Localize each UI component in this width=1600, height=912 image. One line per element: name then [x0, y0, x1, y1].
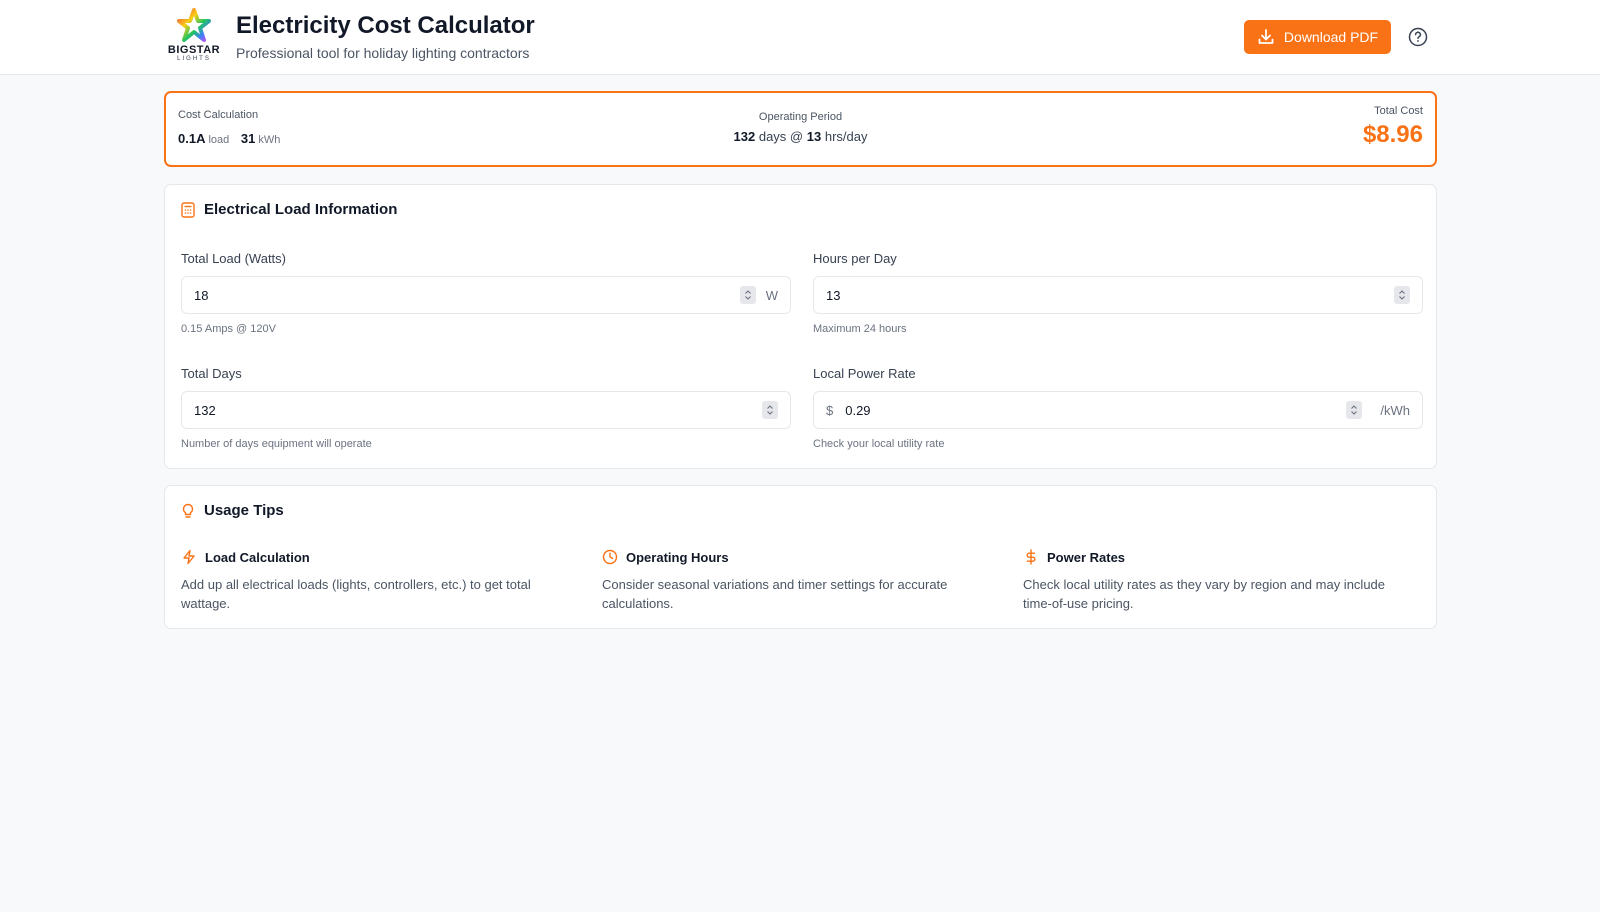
- power-rate-label: Local Power Rate: [813, 366, 916, 381]
- lightning-icon: [183, 549, 195, 565]
- total-load-stepper[interactable]: [739, 286, 756, 304]
- power-rate-suffix: /kWh: [1380, 402, 1410, 418]
- app-header: BIGSTAR LIGHTS Electricity Cost Calculat…: [0, 0, 1600, 75]
- stepper-arrows-icon: [1351, 405, 1358, 415]
- tip-load-calculation: Load Calculation Add up all electrical l…: [181, 549, 571, 613]
- hours-per-day-value[interactable]: 13: [826, 288, 1394, 303]
- total-cost-summary: Total Cost $8.96: [1363, 105, 1423, 149]
- calculator-icon: [181, 201, 195, 218]
- usage-tips-title: Usage Tips: [204, 502, 284, 519]
- logo-text: BIGSTAR: [167, 44, 221, 56]
- tip-title: Power Rates: [1047, 549, 1126, 565]
- total-days-field: Total Days 132 Number of days equipment …: [181, 366, 791, 450]
- brand-logo[interactable]: BIGSTAR LIGHTS: [166, 8, 222, 68]
- lightbulb-icon: [182, 503, 194, 518]
- total-load-value[interactable]: 18: [194, 288, 740, 303]
- hours-per-day-hint: Maximum 24 hours: [813, 323, 907, 335]
- operating-period-label: Operating Period: [758, 111, 843, 123]
- tip-body: Check local utility rates as they vary b…: [1023, 577, 1386, 611]
- power-rate-field: Local Power Rate $ 0.29 /kWh Check your …: [813, 366, 1423, 450]
- tip-title: Load Calculation: [205, 549, 310, 565]
- electrical-load-heading: Electrical Load Information: [181, 201, 397, 218]
- total-cost-label: Total Cost: [1374, 105, 1423, 117]
- usage-tips-card: Usage Tips Load Calculation Add up all e…: [164, 485, 1437, 629]
- hours-per-day-field: Hours per Day 13 Maximum 24 hours: [813, 251, 1423, 335]
- total-load-hint: 0.15 Amps @ 120V: [181, 323, 276, 335]
- operating-period-summary: Operating Period 132 days @ 13 hrs/day: [166, 111, 1435, 144]
- hours-per-day-stepper[interactable]: [1394, 286, 1410, 304]
- hours-per-day-input[interactable]: 13: [813, 276, 1423, 314]
- download-pdf-label: Download PDF: [1283, 29, 1379, 45]
- electrical-load-card: Electrical Load Information Total Load (…: [164, 184, 1437, 469]
- total-days-stepper[interactable]: [762, 401, 778, 419]
- power-rate-value[interactable]: 0.29: [845, 403, 1346, 418]
- electrical-load-title: Electrical Load Information: [204, 201, 398, 218]
- page-subtitle: Professional tool for holiday lighting c…: [236, 45, 530, 61]
- tip-body: Consider seasonal variations and timer s…: [602, 577, 948, 611]
- tip-power-rates: Power Rates Check local utility rates as…: [1023, 549, 1413, 613]
- help-button[interactable]: [1408, 27, 1428, 47]
- total-cost-value: $8.96: [1362, 121, 1423, 148]
- tip-title: Operating Hours: [626, 549, 729, 565]
- hours-text: hrs/day: [824, 129, 868, 144]
- tip-body: Add up all electrical loads (lights, con…: [181, 577, 531, 611]
- days-text: days @: [758, 129, 804, 144]
- clock-icon: [602, 549, 618, 565]
- page-title: Electricity Cost Calculator: [236, 12, 535, 39]
- power-rate-hint: Check your local utility rate: [813, 438, 945, 450]
- download-pdf-button[interactable]: Download PDF: [1244, 20, 1391, 54]
- total-load-input[interactable]: 18 W: [181, 276, 791, 314]
- days-value: 132: [733, 129, 756, 144]
- tip-operating-hours: Operating Hours Consider seasonal variat…: [602, 549, 992, 613]
- total-days-label: Total Days: [181, 366, 242, 381]
- power-rate-prefix: $: [826, 402, 834, 418]
- total-load-label: Total Load (Watts): [181, 251, 287, 266]
- hours-per-day-label: Hours per Day: [813, 251, 897, 266]
- star-logo-icon: [177, 8, 211, 42]
- total-days-input[interactable]: 132: [181, 391, 791, 429]
- logo-subtext: LIGHTS: [177, 56, 211, 62]
- dollar-icon: [1026, 549, 1036, 565]
- total-load-suffix: W: [765, 287, 778, 303]
- usage-tips-heading: Usage Tips: [181, 502, 284, 519]
- total-days-hint: Number of days equipment will operate: [181, 438, 372, 450]
- stepper-arrows-icon: [744, 290, 751, 300]
- power-rate-input[interactable]: $ 0.29 /kWh: [813, 391, 1423, 429]
- stepper-arrows-icon: [1399, 290, 1405, 300]
- download-icon: [1258, 29, 1274, 44]
- help-circle-icon: [1408, 27, 1428, 47]
- stepper-arrows-icon: [767, 405, 773, 415]
- cost-summary-card: Cost Calculation 0.1A load 31 kWh Operatin…: [164, 91, 1437, 167]
- power-rate-stepper[interactable]: [1346, 401, 1363, 419]
- hours-value: 13: [806, 129, 822, 144]
- total-days-value[interactable]: 132: [194, 403, 762, 418]
- total-load-field: Total Load (Watts) 18 W 0.15 Amps @ 120V: [181, 251, 791, 335]
